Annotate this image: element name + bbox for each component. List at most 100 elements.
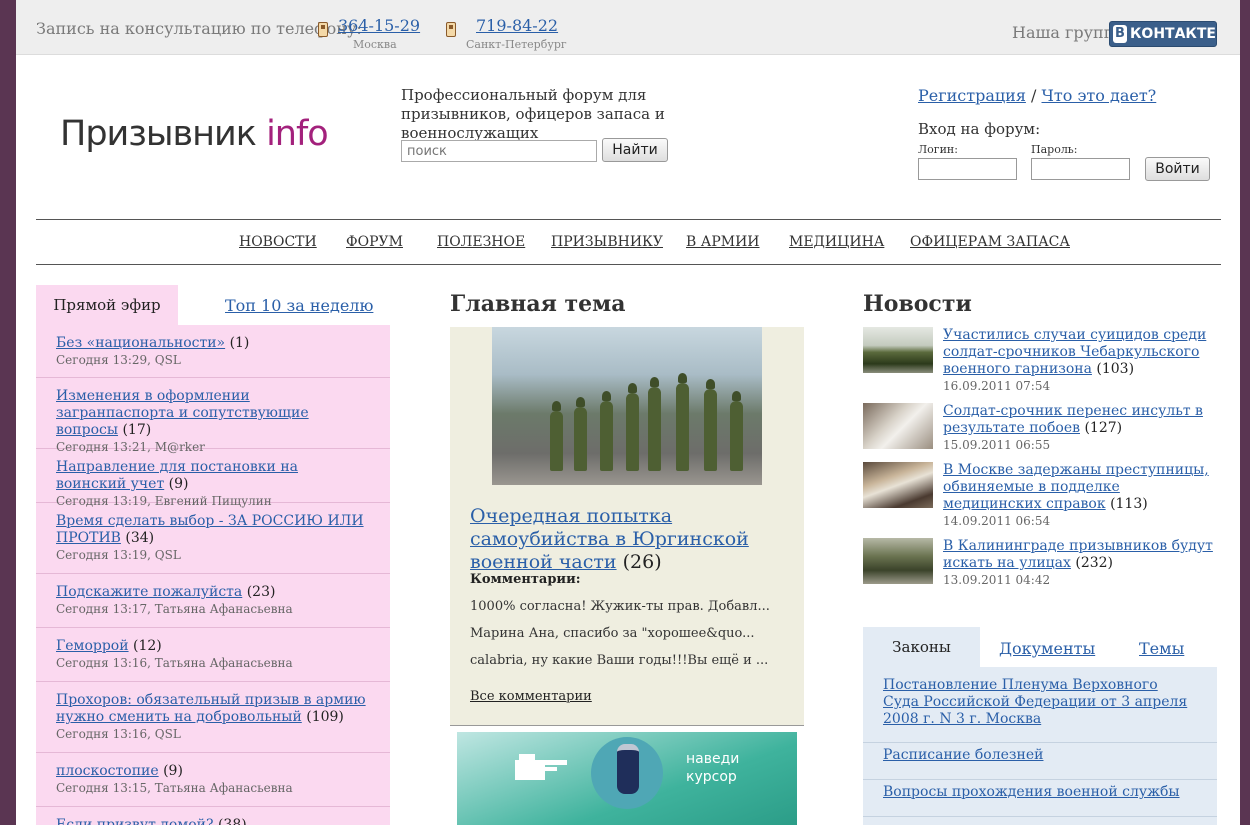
news-link[interactable]: В Москве задержаны преступницы, обвиняем… [943, 462, 1209, 512]
main-topic-title: Очередная попытка самоубийства в Юргинск… [470, 505, 790, 574]
nav-item-medicine[interactable]: МЕДИЦИНА [789, 234, 884, 250]
law-link[interactable]: Расписание болезней [883, 747, 1043, 763]
news-link[interactable]: Солдат-срочник перенес инсульт в результ… [943, 403, 1203, 436]
nav-item-news[interactable]: НОВОСТИ [239, 234, 317, 250]
feed-topic-count: (38) [217, 817, 247, 825]
ad-banner[interactable]: наведи курсор [457, 732, 797, 825]
mobile-phone-icon [446, 22, 456, 37]
tab-documents[interactable]: Документы [999, 639, 1095, 658]
main-nav: НОВОСТИ ФОРУМ ПОЛЕЗНОЕ ПРИЗЫВНИКУ В АРМИ… [36, 219, 1221, 265]
news-count: (103) [1096, 361, 1135, 377]
feed-topic-meta: Сегодня 13:15, Татьяна Афанасьевна [56, 781, 293, 795]
nav-item-useful[interactable]: ПОЛЕЗНОЕ [437, 234, 525, 250]
tab-live-feed[interactable]: Прямой эфир [36, 285, 178, 325]
feed-topic-count: (9) [168, 476, 189, 492]
news-thumbnail[interactable] [863, 462, 933, 508]
phone-city-spb: Санкт-Петербург [466, 38, 567, 51]
feed-topic-meta: Сегодня 13:19, QSL [56, 548, 181, 562]
nav-item-reserve-officers[interactable]: ОФИЦЕРАМ ЗАПАСА [910, 234, 1070, 250]
feed-topic-meta: Сегодня 13:21, M@rker [56, 440, 205, 454]
logo-accent-text: info [266, 114, 329, 154]
news-thumbnail[interactable] [863, 538, 933, 584]
phone-number-moscow[interactable]: 364-15-29 [338, 16, 420, 35]
comment-snippet[interactable]: 1000% согласна! Жужик-ты прав. Добавл... [470, 599, 770, 614]
login-title: Вход на форум: [918, 120, 1041, 138]
soldier-figure [626, 383, 639, 471]
site-tagline: Профессиональный форум для призывников, … [401, 86, 665, 142]
news-link[interactable]: Участились случаи суицидов среди солдат-… [943, 327, 1206, 377]
comment-snippet[interactable]: Марина Ана, спасибо за "хорошее&quo... [470, 626, 755, 641]
list-item: плоскостопие (9) Сегодня 13:15, Татьяна … [36, 763, 390, 807]
register-info-link[interactable]: Что это дает? [1042, 86, 1157, 105]
feed-topic-count: (109) [306, 709, 344, 725]
law-link[interactable]: Вопросы прохождения военной службы [883, 784, 1180, 800]
list-item: Расписание болезней [863, 747, 1217, 780]
news-thumbnail[interactable] [863, 327, 933, 373]
soldier-figure [676, 373, 689, 471]
laws-list: Постановление Пленума Верховного Суда Ро… [863, 667, 1217, 825]
logo-main-text: Призывник [60, 114, 257, 154]
feed-topic-link[interactable]: Время сделать выбор - ЗА РОССИЮ ИЛИ ПРОТ… [56, 513, 364, 546]
banner-text: наведи курсор [686, 750, 739, 786]
nav-item-forum[interactable]: ФОРУМ [346, 234, 403, 250]
law-link[interactable]: Постановление Пленума Верховного Суда Ро… [883, 677, 1187, 727]
list-item: Подскажите пожалуйста (23) Сегодня 13:17… [36, 584, 390, 628]
feed-topic-count: (23) [246, 584, 276, 600]
all-comments-link[interactable]: Все комментарии [470, 689, 592, 704]
feed-topic-meta: Сегодня 13:16, Татьяна Афанасьевна [56, 656, 293, 670]
feed-topic-link[interactable]: Подскажите пожалуйста [56, 584, 242, 600]
password-label: Пароль: [1031, 143, 1078, 156]
password-field[interactable] [1031, 158, 1130, 180]
banner-text-line2: курсор [686, 769, 737, 785]
search-input[interactable] [401, 140, 597, 162]
soldier-figure [600, 391, 613, 471]
soldier-figure [704, 379, 717, 471]
feed-topic-meta: Сегодня 13:16, QSL [56, 727, 181, 741]
news-count: (127) [1084, 420, 1123, 436]
feed-topic-link[interactable]: Если призвут домой? [56, 817, 214, 825]
news-count: (232) [1075, 555, 1114, 571]
comment-snippet[interactable]: calabria, ну какие Ваши годы!!!Вы ещё и … [470, 653, 768, 668]
news-item: Солдат-срочник перенес инсульт в результ… [863, 403, 1223, 458]
tab-top10[interactable]: Топ 10 за неделю [225, 296, 373, 315]
main-topic-photo[interactable] [492, 327, 762, 485]
search-button[interactable]: Найти [602, 138, 668, 162]
tab-topics[interactable]: Темы [1139, 639, 1184, 658]
news-item: В Москве задержаны преступницы, обвиняем… [863, 462, 1223, 534]
login-field[interactable] [918, 158, 1017, 180]
vk-logo-icon: В [1113, 25, 1127, 43]
tab-laws[interactable]: Законы [863, 627, 980, 667]
list-item: Постановление Пленума Верховного Суда Ро… [863, 677, 1217, 743]
site-logo[interactable]: Призывник info [60, 114, 329, 154]
news-date: 16.09.2011 07:54 [943, 379, 1051, 393]
login-button[interactable]: Войти [1145, 157, 1210, 181]
feed-topic-meta: Сегодня 13:19, Евгений Пищулин [56, 494, 272, 508]
register-line: Регистрация / Что это дает? [918, 86, 1156, 105]
nav-item-army[interactable]: В АРМИИ [686, 234, 760, 250]
main-topic-link[interactable]: Очередная попытка самоубийства в Юргинск… [470, 505, 749, 573]
login-label: Логин: [918, 143, 958, 156]
feed-topic-link[interactable]: Изменения в оформлении загранпаспорта и … [56, 388, 309, 438]
pointing-hand-icon [515, 750, 567, 782]
news-thumbnail[interactable] [863, 403, 933, 449]
phone-city-moscow: Москва [353, 38, 397, 51]
feed-topic-link[interactable]: плоскостопие [56, 763, 159, 779]
main-topic-count: (26) [622, 551, 662, 573]
news-date: 15.09.2011 06:55 [943, 438, 1051, 452]
list-item: Если призвут домой? (38) [36, 817, 390, 825]
list-item: Направление для постановки на воинский у… [36, 459, 390, 508]
feed-topic-count: (1) [229, 335, 250, 351]
feed-topic-link[interactable]: Без «национальности» [56, 335, 225, 351]
list-item: Без «национальности» (1) Сегодня 13:29, … [36, 335, 390, 378]
feed-topic-count: (34) [125, 530, 155, 546]
news-heading: Новости [863, 291, 972, 317]
list-item: Геморрой (12) Сегодня 13:16, Татьяна Афа… [36, 638, 390, 682]
nav-item-conscript[interactable]: ПРИЗЫВНИКУ [551, 234, 663, 250]
phone-number-spb[interactable]: 719-84-22 [476, 16, 558, 35]
main-topic-box: Очередная попытка самоубийства в Юргинск… [450, 327, 804, 726]
register-separator: / [1031, 86, 1037, 105]
top-bar: Запись на консультацию по телефону: 364-… [16, 0, 1240, 55]
feed-topic-link[interactable]: Геморрой [56, 638, 129, 654]
vk-group-button[interactable]: В КОНТАКТЕ [1109, 21, 1217, 47]
register-link[interactable]: Регистрация [918, 86, 1026, 105]
